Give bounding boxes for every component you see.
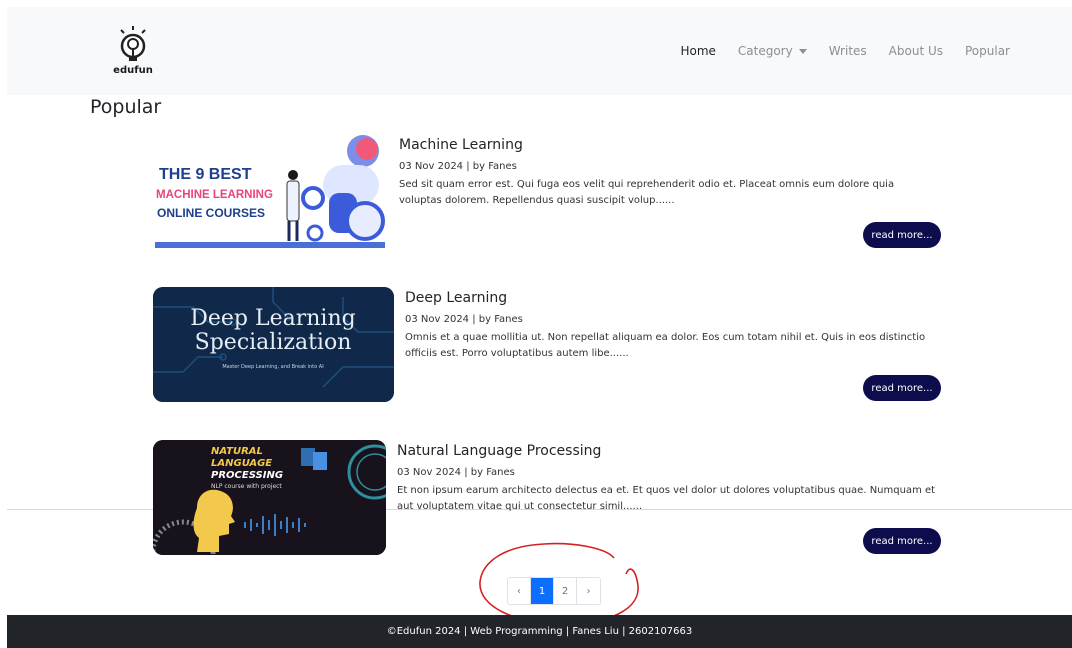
page-prev-button[interactable]: ‹ <box>508 578 531 604</box>
footer-text: ©Edufun 2024 | Web Programming | Fanes L… <box>386 626 693 637</box>
page-title: Popular <box>90 96 162 118</box>
nav-home[interactable]: Home <box>680 44 715 58</box>
thumb-text-4: NLP course with project <box>211 483 282 490</box>
post-meta: 03 Nov 2024 | by Fanes <box>399 161 517 172</box>
post-title[interactable]: Deep Learning <box>405 290 507 306</box>
read-more-button[interactable]: read more... <box>863 222 941 248</box>
read-more-button[interactable]: read more... <box>863 528 941 554</box>
post-meta: 03 Nov 2024 | by Fanes <box>405 314 523 325</box>
brand-logo[interactable]: edufun <box>111 25 155 83</box>
nav-category-dropdown[interactable]: Category <box>738 44 807 58</box>
thumb-text-1: NATURAL <box>211 446 263 457</box>
pagination: ‹ 1 2 › <box>507 577 601 605</box>
page-2-button[interactable]: 2 <box>554 578 577 604</box>
page-1-button[interactable]: 1 <box>531 578 554 604</box>
post-title[interactable]: Natural Language Processing <box>397 443 601 459</box>
read-more-button[interactable]: read more... <box>863 375 941 401</box>
post-thumbnail[interactable]: Deep Learning Specialization Master Deep… <box>153 287 394 402</box>
brand-name: edufun <box>113 65 153 76</box>
post-meta: 03 Nov 2024 | by Fanes <box>397 467 515 478</box>
nav-links: Home Category Writes About Us Popular <box>680 44 1010 58</box>
thumb-text-1: Deep Learning <box>190 306 355 331</box>
lightbulb-icon <box>120 26 146 61</box>
post-excerpt: Omnis et a quae mollitia ut. Non repella… <box>405 332 926 359</box>
post-excerpt: Sed sit quam error est. Qui fuga eos vel… <box>399 179 895 206</box>
thumb-text-3: Master Deep Learning, and Break into AI <box>222 364 323 370</box>
thumb-text-3: ONLINE COURSES <box>157 206 265 220</box>
nav-category-label: Category <box>737 44 793 58</box>
page-next-button[interactable]: › <box>577 578 600 604</box>
post-thumbnail[interactable]: THE 9 BEST MACHINE LEARNING ONLINE COURS… <box>153 133 386 250</box>
thumb-text-2: Specialization <box>195 330 352 355</box>
nav-popular[interactable]: Popular <box>965 44 1010 58</box>
nav-about-us[interactable]: About Us <box>889 44 943 58</box>
post-excerpt: Et non ipsum earum architecto delectus e… <box>397 485 936 512</box>
navbar: edufun Home Category Writes About Us Pop… <box>7 7 1072 95</box>
thumb-text-3: PROCESSING <box>211 470 283 481</box>
thumb-text-2: LANGUAGE <box>211 458 272 469</box>
post-thumbnail[interactable]: NATURAL LANGUAGE PROCESSING NLP course w… <box>153 440 386 555</box>
nav-writes[interactable]: Writes <box>829 44 867 58</box>
caret-down-icon <box>798 49 807 54</box>
footer: ©Edufun 2024 | Web Programming | Fanes L… <box>7 615 1072 648</box>
thumb-text-2: MACHINE LEARNING <box>156 189 273 201</box>
post-title[interactable]: Machine Learning <box>399 137 523 153</box>
thumb-text-1: THE 9 BEST <box>159 166 252 183</box>
